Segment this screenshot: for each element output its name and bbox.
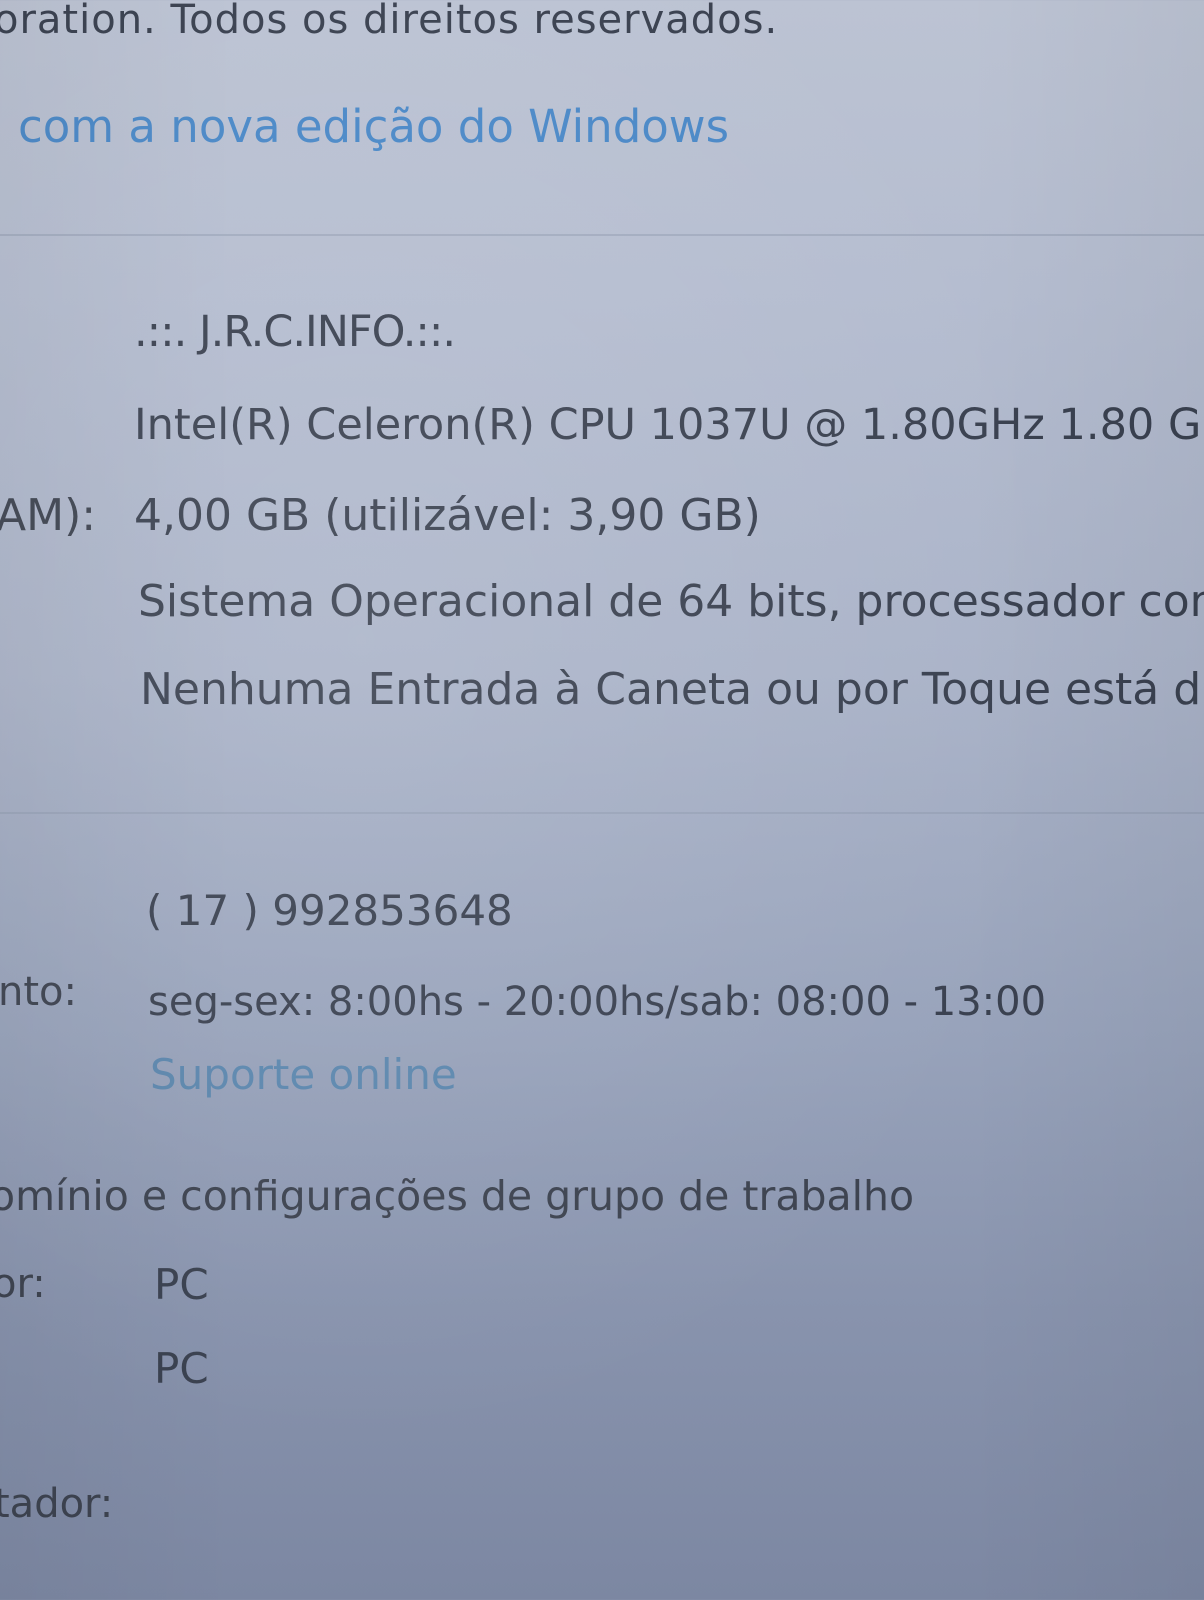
computer-name-label: or: [0,1261,46,1307]
full-computer-name-value: PC [154,1344,209,1393]
processor-value: Intel(R) Celeron(R) CPU 1037U @ 1.80GHz … [134,400,1202,450]
support-hours-label: nto: [0,969,77,1015]
computer-name-heading: omínio e configurações de grupo de traba… [0,1172,915,1220]
copyright-text: oration. Todos os direitos reservados. [0,0,779,43]
online-support-link[interactable]: Suporte online [150,1054,457,1096]
system-manufacturer-value: .::. J.R.C.INFO.::. [134,307,456,357]
computer-name-value: PC [154,1260,209,1309]
ram-label: AM): [0,490,97,541]
ram-value: 4,00 GB (utilizável: 3,90 GB) [134,490,761,541]
upgrade-windows-link[interactable]: com a nova edição do Windows [18,104,729,149]
support-phone-value: ( 17 ) 992853648 [146,886,513,935]
section-divider [0,812,1204,814]
system-properties-window: oration. Todos os direitos reservados. c… [0,0,1204,1600]
system-type-value: Sistema Operacional de 64 bits, processa… [138,576,1204,627]
support-hours-value: seg-sex: 8:00hs - 20:00hs/sab: 08:00 - 1… [148,979,1047,1025]
computer-description-label: tador: [0,1481,114,1527]
pen-touch-value: Nenhuma Entrada à Caneta ou por Toque es… [140,664,1204,715]
section-divider [0,234,1204,236]
